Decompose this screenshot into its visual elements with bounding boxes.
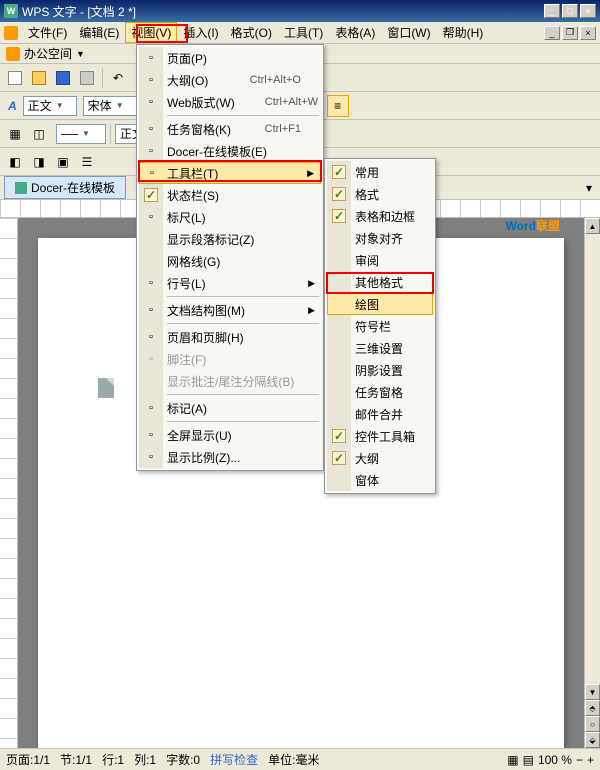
- align-justify-button[interactable]: ≡: [327, 95, 349, 117]
- toolbar-submenu-item[interactable]: ✓控件工具箱: [327, 425, 433, 447]
- view-menu-item[interactable]: ▫页面(P): [139, 47, 321, 69]
- scroll-down-button[interactable]: ▼: [585, 684, 600, 700]
- view-menu-item[interactable]: ▫任务窗格(K)Ctrl+F1: [139, 118, 321, 140]
- toolbar-submenu-item[interactable]: 阴影设置: [327, 359, 433, 381]
- toolbar-submenu-item[interactable]: 其他格式: [327, 271, 433, 293]
- toolbar-submenu-item[interactable]: 三维设置: [327, 337, 433, 359]
- view-menu-item[interactable]: ▫Docer-在线模板(E): [139, 140, 321, 162]
- menu-edit[interactable]: 编辑(E): [73, 22, 125, 43]
- view-menu-item: 显示批注/尾注分隔线(B): [139, 370, 321, 392]
- scroll-up-button[interactable]: ▲: [585, 218, 600, 234]
- toolbar-submenu-item[interactable]: 审阅: [327, 249, 433, 271]
- menu-tools[interactable]: 工具(T): [278, 22, 329, 43]
- view-menu-item[interactable]: ▫大纲(O)Ctrl+Alt+O: [139, 69, 321, 91]
- toolbar-submenu-item[interactable]: 邮件合并: [327, 403, 433, 425]
- page-placeholder-icon: [98, 378, 114, 398]
- view-menu-item[interactable]: ▫全屏显示(U): [139, 424, 321, 446]
- undo-button[interactable]: ↶: [107, 67, 129, 89]
- view-menu-item[interactable]: ▫显示比例(Z)...: [139, 446, 321, 468]
- close-button[interactable]: ×: [580, 4, 596, 18]
- status-unit[interactable]: 单位:毫米: [268, 751, 319, 768]
- status-row: 行:1: [102, 751, 124, 768]
- toolbar-submenu-item[interactable]: ✓格式: [327, 183, 433, 205]
- menubar: 文件(F) 编辑(E) 视图(V) 插入(I) 格式(O) 工具(T) 表格(A…: [0, 22, 600, 44]
- mdi-minimize[interactable]: _: [544, 26, 560, 40]
- style-combo[interactable]: 正文▼: [23, 96, 77, 116]
- menu-file[interactable]: 文件(F): [22, 22, 73, 43]
- browse-object-button[interactable]: ○: [585, 716, 600, 732]
- draw-table-button[interactable]: ▦: [4, 123, 26, 145]
- minimize-button[interactable]: _: [544, 4, 560, 18]
- view-menu-item[interactable]: ▫行号(L)▶: [139, 272, 321, 294]
- view-menu-item[interactable]: ▫文档结构图(M)▶: [139, 299, 321, 321]
- toolbar-submenu-item[interactable]: 任务窗格: [327, 381, 433, 403]
- chevron-down-icon[interactable]: ▼: [76, 49, 85, 59]
- maximize-button[interactable]: □: [562, 4, 578, 18]
- mdi-buttons: _ ❐ ×: [544, 26, 596, 40]
- view-menu-item[interactable]: ▫工具栏(T)▶: [139, 162, 321, 184]
- eraser-button[interactable]: ◫: [28, 123, 50, 145]
- font-combo[interactable]: 宋体▼: [83, 96, 143, 116]
- style-icon: A: [8, 99, 17, 113]
- toolbar-submenu-item[interactable]: 对象对齐: [327, 227, 433, 249]
- view-menu-item[interactable]: 显示段落标记(Z): [139, 228, 321, 250]
- toolbar-submenu-item[interactable]: 窗体: [327, 469, 433, 491]
- view-menu-item[interactable]: ▫标记(A): [139, 397, 321, 419]
- status-col: 列:1: [134, 751, 156, 768]
- tb-btn-1[interactable]: ◧: [4, 151, 26, 173]
- workspace-icon: [6, 47, 20, 61]
- statusbar: 页面:1/1 节:1/1 行:1 列:1 字数:0 拼写检查 单位:毫米 ▦ ▤…: [0, 748, 600, 770]
- app-menu-icon[interactable]: [4, 26, 18, 40]
- next-page-button[interactable]: ⬙: [585, 732, 600, 748]
- menu-format[interactable]: 格式(O): [225, 22, 278, 43]
- separator: [110, 124, 111, 144]
- view-menu: ▫页面(P)▫大纲(O)Ctrl+Alt+O▫Web版式(W)Ctrl+Alt+…: [136, 44, 324, 471]
- vertical-scrollbar[interactable]: ▲ ▼ ⬘ ○ ⬙: [584, 218, 600, 748]
- window-title: WPS 文字 - [文档 2 *]: [22, 3, 544, 20]
- view-menu-item[interactable]: ▫标尺(L): [139, 206, 321, 228]
- menu-view[interactable]: 视图(V): [125, 22, 177, 43]
- menu-table[interactable]: 表格(A): [329, 22, 381, 43]
- tab-list-button[interactable]: ▾: [582, 181, 596, 195]
- view-menu-item[interactable]: ✓状态栏(S): [139, 184, 321, 206]
- window-buttons: _ □ ×: [544, 4, 596, 18]
- status-page: 页面:1/1: [6, 751, 50, 768]
- new-button[interactable]: [4, 67, 26, 89]
- tb-btn-2[interactable]: ◨: [28, 151, 50, 173]
- app-icon: W: [4, 4, 18, 18]
- toolbar-submenu-item[interactable]: ✓大纲: [327, 447, 433, 469]
- tb-btn-3[interactable]: ▣: [52, 151, 74, 173]
- line-style-combo[interactable]: ──▼: [56, 124, 106, 144]
- menu-insert[interactable]: 插入(I): [177, 22, 224, 43]
- prev-page-button[interactable]: ⬘: [585, 700, 600, 716]
- toolbar-submenu-item[interactable]: 绘图: [327, 293, 433, 315]
- status-chars: 字数:0: [166, 751, 200, 768]
- open-button[interactable]: [28, 67, 50, 89]
- workspace-label[interactable]: 办公空间: [24, 45, 72, 62]
- toolbar-submenu-item[interactable]: ✓常用: [327, 161, 433, 183]
- document-tab[interactable]: Docer-在线模板: [4, 176, 126, 199]
- menu-window[interactable]: 窗口(W): [381, 22, 436, 43]
- save-button[interactable]: [52, 67, 74, 89]
- titlebar: W WPS 文字 - [文档 2 *] _ □ ×: [0, 0, 600, 22]
- status-spell[interactable]: 拼写检查: [210, 751, 258, 768]
- view-menu-item[interactable]: ▫Web版式(W)Ctrl+Alt+W: [139, 91, 321, 113]
- toolbar-submenu: ✓常用✓格式✓表格和边框对象对齐审阅其他格式绘图符号栏三维设置阴影设置任务窗格邮…: [324, 158, 436, 494]
- view-menu-item[interactable]: 网格线(G): [139, 250, 321, 272]
- view-menu-item[interactable]: ▫页眉和页脚(H): [139, 326, 321, 348]
- vertical-ruler[interactable]: [0, 218, 18, 748]
- document-icon: [15, 182, 27, 194]
- mdi-restore[interactable]: ❐: [562, 26, 578, 40]
- print-button[interactable]: [76, 67, 98, 89]
- separator: [102, 68, 103, 88]
- tab-label: Docer-在线模板: [31, 179, 115, 196]
- mdi-close[interactable]: ×: [580, 26, 596, 40]
- status-section: 节:1/1: [60, 751, 92, 768]
- view-menu-item: ▫脚注(F): [139, 348, 321, 370]
- toolbar-submenu-item[interactable]: ✓表格和边框: [327, 205, 433, 227]
- tb-btn-4[interactable]: ☰: [76, 151, 98, 173]
- toolbar-submenu-item[interactable]: 符号栏: [327, 315, 433, 337]
- menu-help[interactable]: 帮助(H): [437, 22, 490, 43]
